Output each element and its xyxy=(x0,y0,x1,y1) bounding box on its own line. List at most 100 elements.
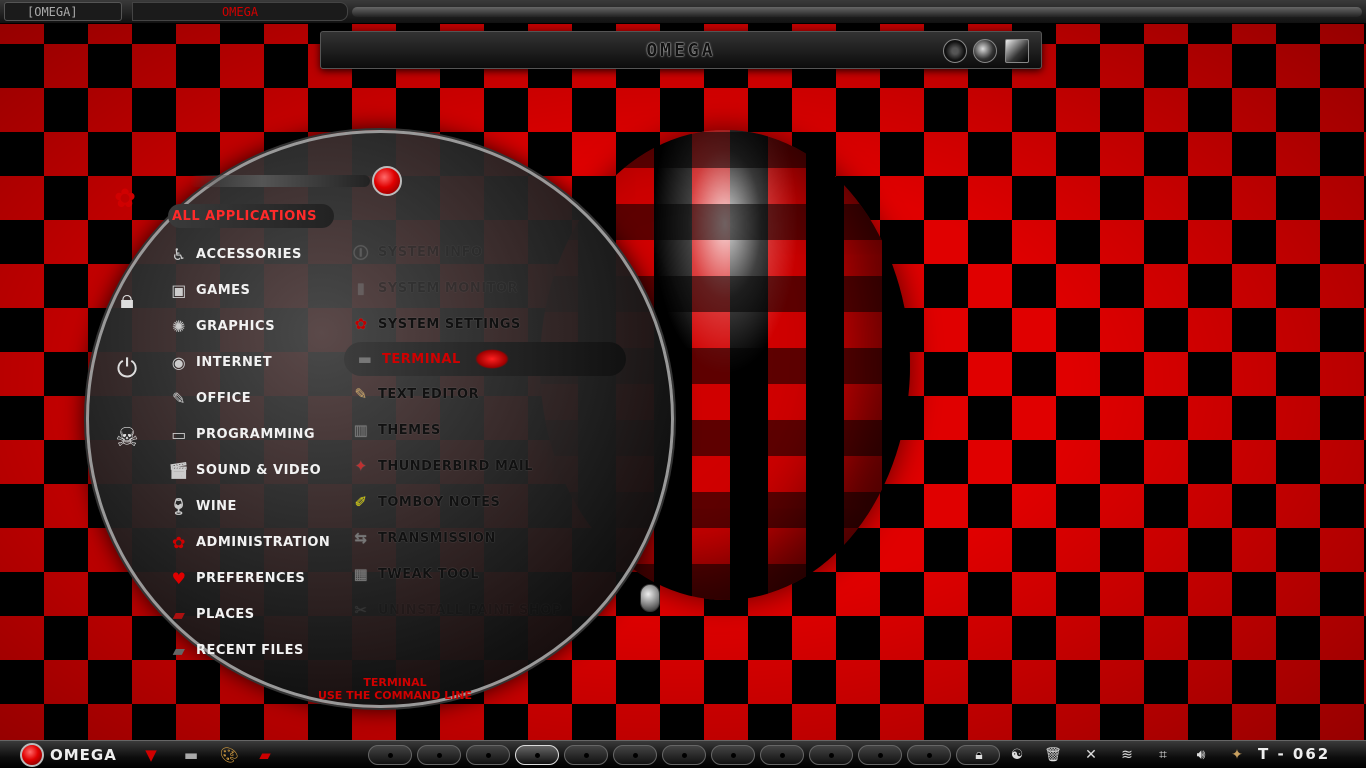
category-preferences[interactable]: ♥ PREFERENCES xyxy=(168,560,338,596)
skull-crossbones-icon[interactable]: ☠ xyxy=(110,423,144,453)
category-all-applications[interactable]: ALL APPLICATIONS xyxy=(168,204,334,228)
workspace-button[interactable] xyxy=(564,745,608,765)
administration-icon: ✿ xyxy=(172,532,186,552)
menu-orb-button[interactable] xyxy=(372,166,402,196)
palette-icon[interactable]: 🎨︎ xyxy=(218,745,240,765)
category-list: ALL APPLICATIONS ♿ ACCESSORIES ▣ GAMES ✺ GRAPH… xyxy=(168,204,338,668)
workspace-button[interactable] xyxy=(662,745,706,765)
category-label: PLACES xyxy=(196,606,255,622)
top-task-button[interactable]: OMEGA xyxy=(132,2,348,21)
clock[interactable]: T - 062 xyxy=(1258,745,1330,763)
category-label: WINE xyxy=(196,498,237,514)
app-thunderbird-mail[interactable]: ✦ THUNDERBIRD MAIL xyxy=(350,448,630,484)
omega-menu-button[interactable]: OMEGA xyxy=(20,743,117,767)
workspace-button[interactable] xyxy=(613,745,657,765)
category-label: OFFICE xyxy=(196,390,252,406)
workspace-button[interactable] xyxy=(515,745,559,765)
omega-menu-label: OMEGA xyxy=(50,746,117,764)
chevron-down-icon[interactable]: ▼ xyxy=(140,745,162,765)
folder-icon[interactable]: ▰ xyxy=(254,745,276,765)
workspace-button[interactable] xyxy=(809,745,853,765)
omega-window-titlebar[interactable]: OMEGA xyxy=(320,31,1042,69)
terminal-icon[interactable]: ▬ xyxy=(180,745,202,765)
top-panel: [OMEGA] OMEGA xyxy=(0,0,1366,24)
app-text-editor[interactable]: ✎ TEXT EDITOR xyxy=(350,376,630,412)
top-task-button-label: OMEGA xyxy=(221,5,259,19)
wine-icon: 🍷︎ xyxy=(168,496,190,516)
category-accessories[interactable]: ♿ ACCESSORIES xyxy=(168,236,338,272)
info-icon: ⓘ xyxy=(353,243,369,262)
programming-icon: ▭ xyxy=(171,424,187,444)
text-editor-icon: ✎ xyxy=(354,385,368,403)
close-button[interactable] xyxy=(1005,39,1029,63)
category-office[interactable]: ✎ OFFICE xyxy=(168,380,338,416)
network-icon[interactable]: ⌗ xyxy=(1152,745,1174,765)
eagle-icon[interactable]: ✦ xyxy=(1226,745,1248,765)
yin-yang-icon[interactable]: ☯ xyxy=(1006,745,1028,765)
recent-files-icon: ▰ xyxy=(172,640,186,660)
app-tweak-tool[interactable]: ▦ TWEAK TOOL xyxy=(350,556,630,592)
monitor-icon: ▮ xyxy=(356,279,366,297)
uninstall-icon: ✂ xyxy=(354,601,368,619)
category-places[interactable]: ▰ PLACES xyxy=(168,596,338,632)
app-label: TEXT EDITOR xyxy=(378,386,480,402)
top-panel-strip xyxy=(352,7,1362,17)
minimize-button[interactable] xyxy=(943,39,967,63)
app-description: TERMINAL USE THE COMMAND LINE xyxy=(260,676,530,702)
app-label: THEMES xyxy=(378,422,441,438)
folder-icon: ▰ xyxy=(172,604,186,624)
workspace-button[interactable] xyxy=(858,745,902,765)
app-system-settings[interactable]: ✿ SYSTEM SETTINGS xyxy=(350,306,630,342)
close-icon[interactable]: ✕ xyxy=(1080,745,1102,765)
app-description-text: USE THE COMMAND LINE xyxy=(317,689,473,702)
category-graphics[interactable]: ✺ GRAPHICS xyxy=(168,308,338,344)
workspace-button[interactable] xyxy=(466,745,510,765)
app-terminal[interactable]: ▬ TERMINAL xyxy=(344,342,626,376)
app-themes[interactable]: ▥ THEMES xyxy=(350,412,630,448)
app-label: UNINSTALL PAINT SHOP xyxy=(378,602,562,618)
volume-icon[interactable]: 🔊︎ xyxy=(1190,745,1212,765)
terminal-icon: ▬ xyxy=(357,350,373,368)
app-description-title: TERMINAL xyxy=(363,676,427,689)
workspace-button[interactable] xyxy=(368,745,412,765)
category-wine[interactable]: 🍷︎ WINE xyxy=(168,488,338,524)
category-label: PROGRAMMING xyxy=(196,426,316,442)
logout-icon[interactable]: ⏻ xyxy=(110,354,144,385)
app-label: SYSTEM INFO xyxy=(378,244,483,260)
maximize-button[interactable] xyxy=(973,39,997,63)
app-tomboy-notes[interactable]: ✐ TOMBOY NOTES xyxy=(350,484,630,520)
lock-icon[interactable]: 🔒︎ xyxy=(110,285,144,316)
category-internet[interactable]: ◉ INTERNET xyxy=(168,344,338,380)
wifi-icon[interactable]: ≋ xyxy=(1116,745,1138,765)
category-administration[interactable]: ✿ ADMINISTRATION xyxy=(168,524,338,560)
app-system-monitor[interactable]: ▮ SYSTEM MONITOR xyxy=(350,270,630,306)
category-label: ACCESSORIES xyxy=(196,246,302,262)
lock-icon[interactable]: 🔒︎ xyxy=(968,745,990,765)
graphics-icon: ✺ xyxy=(172,316,186,336)
app-label: SYSTEM SETTINGS xyxy=(378,316,521,332)
app-system-info[interactable]: ⓘ SYSTEM INFO xyxy=(350,234,630,270)
heart-icon: ♥ xyxy=(171,568,187,588)
category-programming[interactable]: ▭ PROGRAMMING xyxy=(168,416,338,452)
settings-icon[interactable]: ✿ xyxy=(108,184,142,214)
workspace-button[interactable] xyxy=(907,745,951,765)
app-transmission[interactable]: ⇆ TRANSMISSION xyxy=(350,520,630,556)
workspace-button[interactable] xyxy=(711,745,755,765)
selection-glow xyxy=(474,349,509,369)
app-label: TOMBOY NOTES xyxy=(378,494,501,510)
trash-icon[interactable]: 🗑︎ xyxy=(1042,745,1064,765)
accessories-icon: ♿ xyxy=(171,244,187,264)
menu-search-bar[interactable] xyxy=(190,175,370,187)
category-games[interactable]: ▣ GAMES xyxy=(168,272,338,308)
top-window-tab[interactable]: [OMEGA] xyxy=(4,2,122,21)
category-recent-files[interactable]: ▰ RECENT FILES xyxy=(168,632,338,668)
app-label: TERMINAL xyxy=(382,351,461,367)
workspace-button[interactable] xyxy=(417,745,461,765)
category-sound-video[interactable]: 🎬︎ SOUND & VIDEO xyxy=(168,452,338,488)
category-label: PREFERENCES xyxy=(196,570,306,586)
bottom-panel: OMEGA ▼ ▬ 🎨︎ ▰ 🔒︎ ☯ 🗑︎ ✕ ≋ ⌗ 🔊︎ ✦ T - 062 xyxy=(0,740,1366,768)
workspace-button[interactable] xyxy=(760,745,804,765)
menu-scroll-handle[interactable] xyxy=(640,584,660,612)
app-label: THUNDERBIRD MAIL xyxy=(378,458,534,474)
app-uninstall-paint-shop[interactable]: ✂ UNINSTALL PAINT SHOP xyxy=(350,592,630,628)
